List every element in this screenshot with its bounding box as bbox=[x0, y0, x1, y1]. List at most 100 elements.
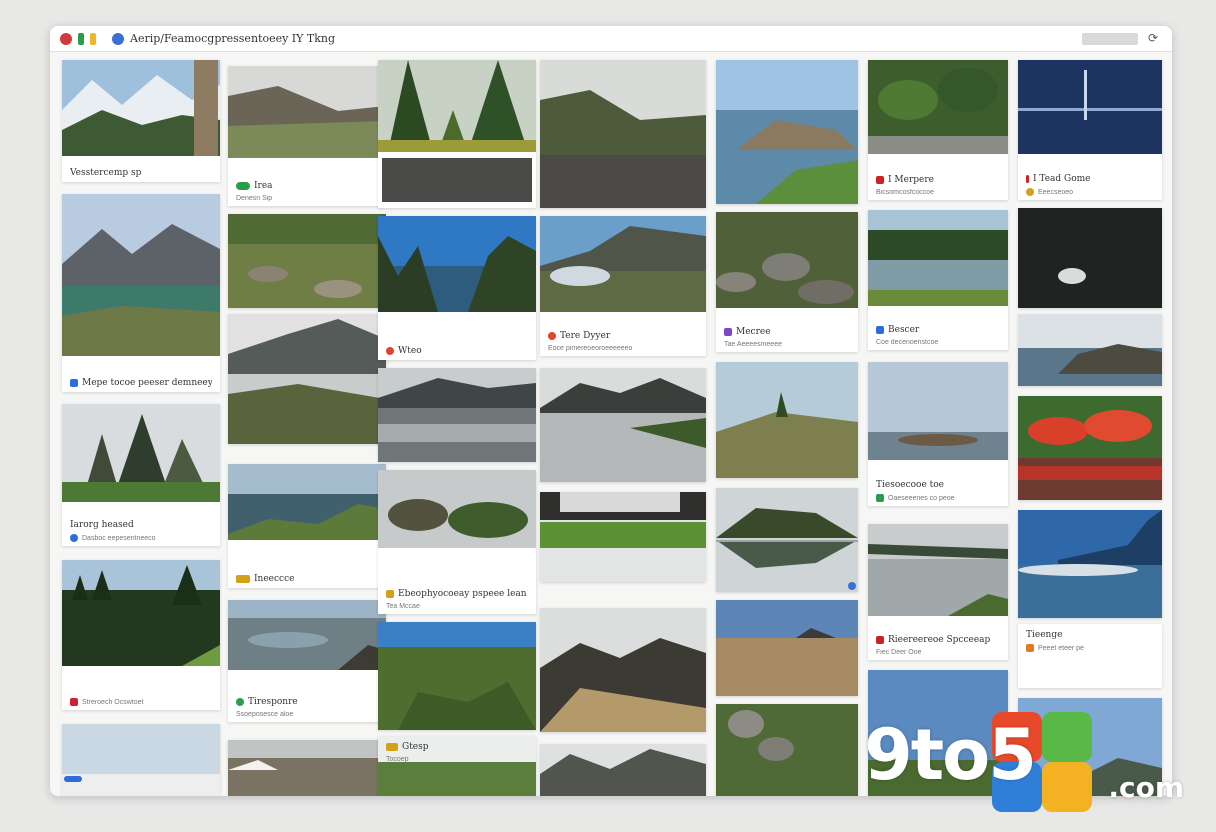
photo-thumbnail bbox=[228, 740, 386, 796]
photo-card[interactable] bbox=[378, 60, 536, 208]
photo-card[interactable]: Mecree Tae Aeeeesmeeee bbox=[716, 212, 858, 352]
maximize-button[interactable] bbox=[90, 33, 96, 45]
caption-title: Iarorg heased bbox=[70, 520, 134, 530]
photo-card[interactable]: Tiresponre Ssoeposesce aloe bbox=[228, 600, 386, 722]
photo-card[interactable] bbox=[716, 600, 858, 696]
caption-subtitle: Tae Aeeeesmeeee bbox=[724, 341, 782, 348]
photo-card[interactable] bbox=[1018, 208, 1162, 308]
photo-card[interactable] bbox=[62, 724, 220, 796]
photo-card[interactable] bbox=[228, 740, 386, 796]
category-chip bbox=[876, 494, 884, 502]
photo-card[interactable] bbox=[1018, 396, 1162, 500]
photo-card[interactable] bbox=[540, 60, 706, 208]
photo-thumbnail bbox=[1018, 396, 1162, 500]
photo-card[interactable] bbox=[1018, 314, 1162, 386]
photo-card[interactable]: Gtesp Tocoep bbox=[378, 736, 536, 796]
photo-thumbnail bbox=[378, 470, 536, 548]
photo-gallery: Vesstercemp sp Mepe tocoe peeser demneey… bbox=[50, 52, 1172, 796]
photo-card[interactable]: Bescer Coe decenoenstcoe bbox=[868, 210, 1008, 350]
photo-card[interactable]: I Tead Gome Eeecseoeo bbox=[1018, 60, 1162, 200]
watermark-brand: 9to5 bbox=[864, 714, 1037, 796]
photo-caption: Ineeccce bbox=[228, 568, 386, 588]
search-field[interactable] bbox=[1082, 33, 1138, 45]
category-chip bbox=[70, 379, 78, 387]
category-chip bbox=[1026, 644, 1034, 652]
photo-card[interactable] bbox=[716, 60, 858, 204]
site-watermark: 9to5 .com bbox=[864, 712, 1184, 812]
photo-thumbnail bbox=[228, 600, 386, 670]
category-chip bbox=[70, 534, 78, 542]
category-chip bbox=[70, 698, 78, 706]
photo-card[interactable] bbox=[716, 362, 858, 478]
category-chip bbox=[386, 347, 394, 355]
photo-caption: Iarorg heased Dasboc eepesentneeco bbox=[62, 514, 220, 546]
caption-subtitle: Ssoeposesce aloe bbox=[236, 711, 294, 718]
photo-card[interactable]: Irea Denesn Sip bbox=[228, 66, 386, 206]
photo-card[interactable]: Iarorg heased Dasboc eepesentneeco bbox=[62, 404, 220, 546]
photo-caption: Tiesoecooe toe Oaeseeenes co peoe bbox=[868, 474, 1008, 506]
photo-thumbnail bbox=[378, 368, 536, 462]
refresh-icon[interactable]: ⟳ bbox=[1148, 31, 1158, 45]
photo-card[interactable]: Rieereereoe Spcceeap Fiec Deer Ooe bbox=[868, 524, 1008, 660]
video-preview[interactable] bbox=[382, 158, 532, 202]
photo-card[interactable] bbox=[716, 704, 858, 796]
category-chip bbox=[386, 743, 398, 751]
caption-title: Ebeophyocoeay pspeee lean bbox=[398, 589, 527, 599]
photo-card[interactable]: Streroech Ocswtoet bbox=[62, 560, 220, 710]
photo-caption: Tere Dyyer Eoce pimereoeoroeeeeeeo bbox=[540, 325, 706, 356]
photo-card[interactable]: Tere Dyyer Eoce pimereoeoroeeeeeeo bbox=[540, 216, 706, 356]
caption-title: Mecree bbox=[736, 327, 771, 337]
photo-card[interactable] bbox=[540, 492, 706, 582]
minimize-button[interactable] bbox=[78, 33, 84, 45]
category-chip bbox=[386, 590, 394, 598]
photo-card[interactable]: Ineeccce bbox=[228, 464, 386, 588]
photo-card[interactable] bbox=[540, 608, 706, 732]
photo-thumbnail bbox=[378, 622, 536, 730]
photo-caption: Mepe tocoe peeser demneey bbox=[62, 372, 220, 392]
app-icon bbox=[112, 33, 124, 45]
photo-thumbnail bbox=[540, 368, 706, 482]
category-chip bbox=[236, 575, 250, 583]
caption-subtitle: Denesn Sip bbox=[236, 195, 273, 202]
photo-thumbnail bbox=[540, 60, 706, 208]
photo-card[interactable] bbox=[228, 314, 386, 444]
caption-title: Rieereereoe Spcceeap bbox=[888, 635, 991, 645]
close-button[interactable] bbox=[60, 33, 72, 45]
photo-thumbnail bbox=[868, 524, 1008, 616]
caption-title: Streroech Ocswtoet bbox=[82, 698, 144, 706]
photo-thumbnail bbox=[868, 362, 1008, 460]
photo-card[interactable] bbox=[1018, 510, 1162, 618]
photo-card[interactable]: Wteo bbox=[378, 216, 536, 360]
photo-card[interactable] bbox=[378, 622, 536, 730]
watermark-suffix: .com bbox=[1108, 771, 1184, 804]
caption-subtitle: Eoce pimereoeoroeeeeeeo bbox=[548, 345, 633, 352]
photo-thumbnail bbox=[1018, 314, 1162, 386]
photo-card[interactable]: Ebeophyocoeay pspeee lean Tea Mccae bbox=[378, 470, 536, 614]
photo-thumbnail bbox=[540, 216, 706, 312]
photo-caption: Gtesp Tocoep bbox=[378, 736, 536, 767]
photo-caption: Tiresponre Ssoeposesce aloe bbox=[228, 691, 386, 722]
photo-card[interactable] bbox=[540, 368, 706, 482]
photo-card[interactable] bbox=[228, 214, 386, 308]
photo-card[interactable] bbox=[716, 488, 858, 592]
photo-card[interactable]: Tiesoecooe toe Oaeseeenes co peoe bbox=[868, 362, 1008, 506]
photo-card[interactable] bbox=[540, 744, 706, 796]
title-bar: Aerip/Feamocgpressentoeey IY Tkng ⟳ bbox=[50, 26, 1172, 52]
photo-thumbnail bbox=[716, 362, 858, 478]
photo-caption: Bescer Coe decenoenstcoe bbox=[868, 319, 1008, 350]
photo-card[interactable]: Tieenge Peeet eteer pe bbox=[1018, 624, 1162, 688]
caption-title: Tiresponre bbox=[248, 697, 298, 707]
photo-card[interactable]: Mepe tocoe peeser demneey bbox=[62, 194, 220, 392]
photo-thumbnail bbox=[716, 212, 858, 308]
photo-card[interactable]: I Merpere Bicsomcosfcoccoe bbox=[868, 60, 1008, 200]
category-chip bbox=[236, 182, 250, 190]
app-window: Aerip/Feamocgpressentoeey IY Tkng ⟳ Vess… bbox=[50, 26, 1172, 796]
photo-card[interactable]: Vesstercemp sp bbox=[62, 60, 220, 182]
photo-thumbnail bbox=[716, 488, 858, 592]
photo-thumbnail bbox=[1018, 208, 1162, 308]
category-chip bbox=[236, 698, 244, 706]
photo-thumbnail bbox=[540, 744, 706, 796]
photo-card[interactable] bbox=[378, 368, 536, 462]
photo-caption: Irea Denesn Sip bbox=[228, 175, 386, 206]
caption-title: Tieenge bbox=[1026, 630, 1063, 640]
